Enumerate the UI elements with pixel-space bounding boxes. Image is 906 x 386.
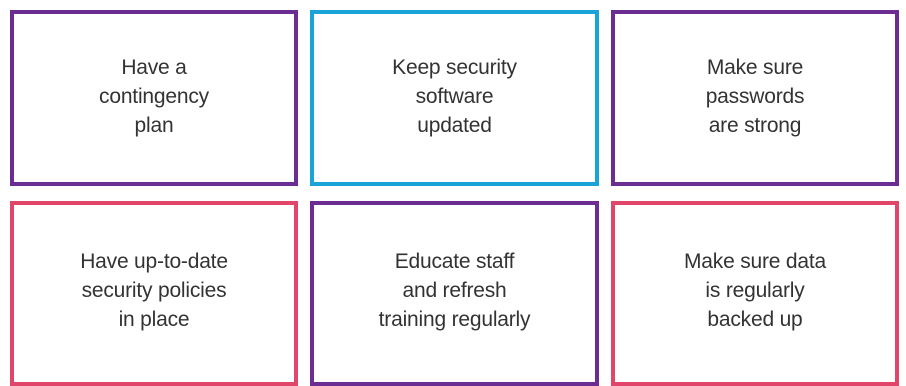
card-text: Keep security software updated: [392, 55, 517, 137]
card-text: Educate staff and refresh training regul…: [378, 250, 531, 331]
card-strong-passwords: Make sure passwords are strong: [611, 10, 899, 186]
card-educate-staff: Educate staff and refresh training regul…: [310, 201, 599, 386]
card-security-software: Keep security software updated: [310, 10, 599, 186]
card-contingency-plan: Have a contingency plan: [10, 10, 298, 186]
card-data-backup: Make sure data is regularly backed up: [611, 201, 899, 386]
card-text: Make sure data is regularly backed up: [684, 250, 826, 331]
card-text: Have a contingency plan: [99, 55, 209, 137]
card-text: Have up-to-date security policies in pla…: [80, 250, 228, 331]
card-text: Make sure passwords are strong: [705, 55, 805, 137]
card-security-policies: Have up-to-date security policies in pla…: [10, 201, 298, 386]
